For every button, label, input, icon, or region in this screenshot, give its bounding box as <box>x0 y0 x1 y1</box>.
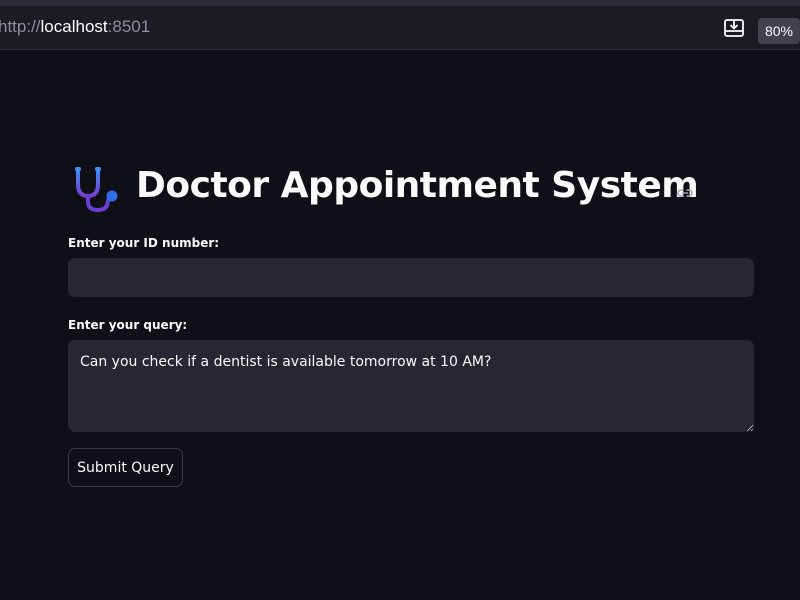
id-number-input[interactable] <box>68 258 754 297</box>
stethoscope-icon <box>72 166 124 214</box>
app-main: Doctor Appointment System Enter your ID … <box>68 160 754 487</box>
query-textarea[interactable]: Can you check if a dentist is available … <box>68 340 754 432</box>
address-bar[interactable]: http://localhost:8501 <box>0 17 150 37</box>
url-host: localhost <box>40 17 108 36</box>
page-title: Doctor Appointment System <box>136 165 699 206</box>
url-port: :8501 <box>107 17 151 36</box>
browser-toolbar: http://localhost:8501 80% <box>0 0 800 50</box>
title-row: Doctor Appointment System <box>68 160 754 222</box>
zoom-level-badge[interactable]: 80% <box>758 18 800 44</box>
download-icon[interactable] <box>722 16 746 40</box>
id-field-label: Enter your ID number: <box>68 236 220 250</box>
link-icon[interactable] <box>676 184 694 202</box>
query-field-label: Enter your query: <box>68 318 188 332</box>
url-scheme: http:// <box>0 17 41 36</box>
submit-query-button[interactable]: Submit Query <box>68 448 183 487</box>
